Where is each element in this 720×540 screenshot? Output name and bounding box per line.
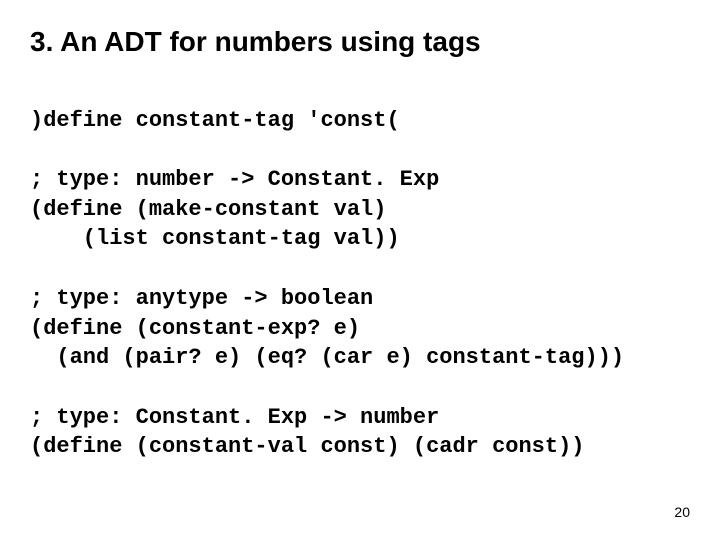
code-line: (define (make-constant val) xyxy=(30,197,386,222)
code-line: (list constant-tag val)) xyxy=(30,226,400,251)
code-line: ; type: number -> Constant. Exp xyxy=(30,167,439,192)
code-line: ; type: anytype -> boolean xyxy=(30,286,373,311)
code-line: (define (constant-val const) (cadr const… xyxy=(30,434,585,459)
code-line: (and (pair? e) (eq? (car e) constant-tag… xyxy=(30,345,624,370)
code-block: )define constant-tag 'const( ; type: num… xyxy=(30,76,690,462)
slide-container: 3. An ADT for numbers using tags )define… xyxy=(0,0,720,540)
code-line: (define (constant-exp? e) xyxy=(30,316,360,341)
page-number: 20 xyxy=(674,504,690,520)
slide-title: 3. An ADT for numbers using tags xyxy=(30,26,690,58)
code-line: )define constant-tag 'const( xyxy=(30,108,400,133)
code-line: ; type: Constant. Exp -> number xyxy=(30,405,439,430)
